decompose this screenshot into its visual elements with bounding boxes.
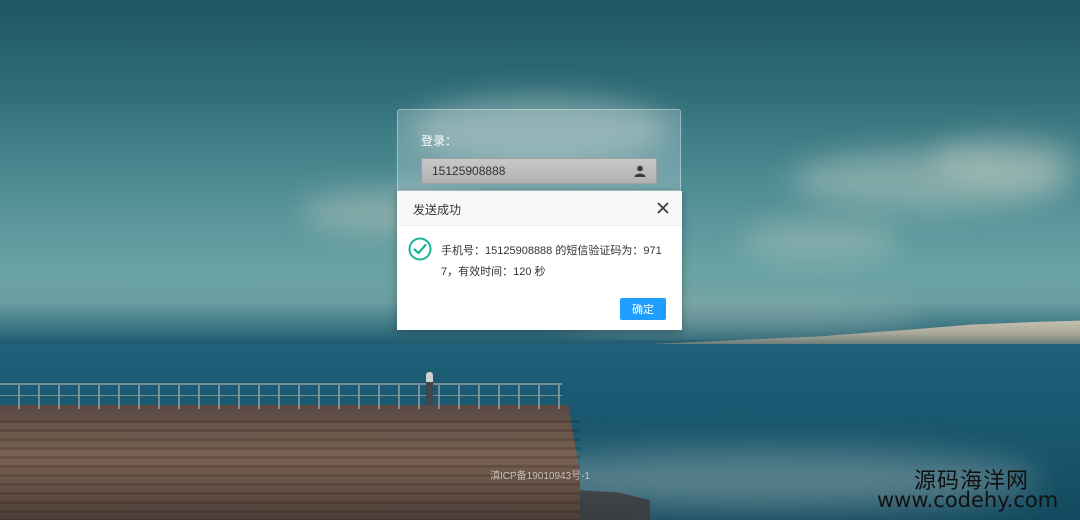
confirm-button[interactable]: 确定	[620, 298, 666, 320]
success-dialog: 发送成功 手机号：15125908888 的短信验证码为：9717，有效时间：1…	[397, 191, 682, 330]
phone-input[interactable]	[422, 159, 632, 183]
dialog-title: 发送成功	[413, 203, 462, 217]
cloud	[930, 135, 1080, 185]
icp-footer: 滇ICP备19010943号-1	[490, 471, 591, 482]
pier-railing	[0, 383, 562, 409]
login-label: 登录：	[421, 134, 458, 148]
person-figure	[426, 372, 433, 405]
watermark-url: www.codehy.com	[877, 488, 1059, 512]
dialog-header: 发送成功	[397, 191, 682, 226]
cloud	[740, 220, 900, 260]
success-check-icon	[408, 237, 432, 261]
user-icon	[634, 165, 646, 177]
pier-railing-bar	[0, 395, 562, 396]
phone-field[interactable]	[421, 158, 657, 184]
dialog-message: 手机号：15125908888 的短信验证码为：9717，有效时间：120 秒	[441, 245, 662, 278]
close-icon[interactable]	[656, 201, 670, 215]
background-scene: 登录： 发送成功 手机号：15125908888 的短信验证码为：9717，有效…	[0, 0, 1080, 520]
login-panel: 登录：	[397, 109, 681, 191]
